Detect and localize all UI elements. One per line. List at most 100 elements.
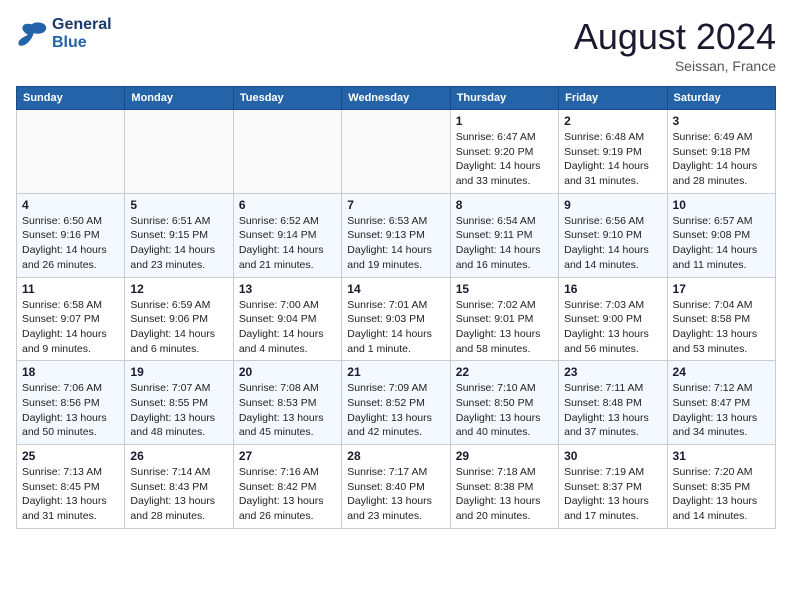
column-header-friday: Friday: [559, 87, 667, 110]
calendar-cell: [233, 110, 341, 194]
calendar-table: SundayMondayTuesdayWednesdayThursdayFrid…: [16, 86, 776, 529]
day-number: 8: [456, 198, 553, 212]
day-info: Sunrise: 6:49 AMSunset: 9:18 PMDaylight:…: [673, 130, 770, 189]
day-number: 10: [673, 198, 770, 212]
day-info: Sunrise: 7:20 AMSunset: 8:35 PMDaylight:…: [673, 465, 770, 524]
calendar-cell: 2 Sunrise: 6:48 AMSunset: 9:19 PMDaylight…: [559, 110, 667, 194]
calendar-cell: 15 Sunrise: 7:02 AMSunset: 9:01 PMDayligh…: [450, 277, 558, 361]
day-number: 1: [456, 114, 553, 128]
day-info: Sunrise: 6:51 AMSunset: 9:15 PMDaylight:…: [130, 214, 227, 273]
month-title: August 2024: [574, 16, 776, 58]
day-number: 25: [22, 449, 119, 463]
calendar-cell: 22 Sunrise: 7:10 AMSunset: 8:50 PMDayligh…: [450, 361, 558, 445]
column-header-monday: Monday: [125, 87, 233, 110]
day-info: Sunrise: 7:00 AMSunset: 9:04 PMDaylight:…: [239, 298, 336, 357]
calendar-cell: 17 Sunrise: 7:04 AMSunset: 8:58 PMDayligh…: [667, 277, 775, 361]
day-info: Sunrise: 6:54 AMSunset: 9:11 PMDaylight:…: [456, 214, 553, 273]
day-number: 17: [673, 282, 770, 296]
calendar-cell: 13 Sunrise: 7:00 AMSunset: 9:04 PMDayligh…: [233, 277, 341, 361]
day-number: 29: [456, 449, 553, 463]
calendar-cell: 12 Sunrise: 6:59 AMSunset: 9:06 PMDayligh…: [125, 277, 233, 361]
day-number: 5: [130, 198, 227, 212]
day-info: Sunrise: 7:01 AMSunset: 9:03 PMDaylight:…: [347, 298, 444, 357]
day-number: 26: [130, 449, 227, 463]
location-subtitle: Seissan, France: [574, 58, 776, 74]
day-info: Sunrise: 7:08 AMSunset: 8:53 PMDaylight:…: [239, 381, 336, 440]
page-header: General Blue August 2024 Seissan, France: [16, 16, 776, 74]
logo-icon: [16, 20, 48, 48]
day-info: Sunrise: 7:10 AMSunset: 8:50 PMDaylight:…: [456, 381, 553, 440]
calendar-cell: 31Sunrise: 7:20 AMSunset: 8:35 PMDayligh…: [667, 445, 775, 529]
day-number: 6: [239, 198, 336, 212]
calendar-cell: 8 Sunrise: 6:54 AMSunset: 9:11 PMDaylight…: [450, 193, 558, 277]
day-info: Sunrise: 6:59 AMSunset: 9:06 PMDaylight:…: [130, 298, 227, 357]
day-number: 15: [456, 282, 553, 296]
day-info: Sunrise: 7:16 AMSunset: 8:42 PMDaylight:…: [239, 465, 336, 524]
calendar-cell: [125, 110, 233, 194]
calendar-cell: 29 Sunrise: 7:18 AMSunset: 8:38 PMDayligh…: [450, 445, 558, 529]
day-info: Sunrise: 6:47 AMSunset: 9:20 PMDaylight:…: [456, 130, 553, 189]
calendar-cell: 19 Sunrise: 7:07 AMSunset: 8:55 PMDayligh…: [125, 361, 233, 445]
calendar-cell: 18 Sunrise: 7:06 AMSunset: 8:56 PMDayligh…: [17, 361, 125, 445]
day-number: 3: [673, 114, 770, 128]
column-header-saturday: Saturday: [667, 87, 775, 110]
calendar-cell: 26 Sunrise: 7:14 AMSunset: 8:43 PMDayligh…: [125, 445, 233, 529]
column-header-thursday: Thursday: [450, 87, 558, 110]
day-number: 2: [564, 114, 661, 128]
calendar-cell: [342, 110, 450, 194]
day-number: 28: [347, 449, 444, 463]
calendar-cell: 20Sunrise: 7:08 AMSunset: 8:53 PMDayligh…: [233, 361, 341, 445]
calendar-cell: 6 Sunrise: 6:52 AMSunset: 9:14 PMDaylight…: [233, 193, 341, 277]
calendar-cell: 27 Sunrise: 7:16 AMSunset: 8:42 PMDayligh…: [233, 445, 341, 529]
day-number: 24: [673, 365, 770, 379]
calendar-cell: 14 Sunrise: 7:01 AMSunset: 9:03 PMDayligh…: [342, 277, 450, 361]
day-number: 7: [347, 198, 444, 212]
day-number: 27: [239, 449, 336, 463]
day-number: 12: [130, 282, 227, 296]
day-number: 9: [564, 198, 661, 212]
day-info: Sunrise: 7:17 AMSunset: 8:40 PMDaylight:…: [347, 465, 444, 524]
calendar-cell: 21Sunrise: 7:09 AMSunset: 8:52 PMDayligh…: [342, 361, 450, 445]
day-number: 19: [130, 365, 227, 379]
day-number: 16: [564, 282, 661, 296]
day-number: 22: [456, 365, 553, 379]
calendar-week-row: 1 Sunrise: 6:47 AMSunset: 9:20 PMDaylight…: [17, 110, 776, 194]
day-info: Sunrise: 7:07 AMSunset: 8:55 PMDaylight:…: [130, 381, 227, 440]
calendar-cell: 3 Sunrise: 6:49 AMSunset: 9:18 PMDaylight…: [667, 110, 775, 194]
calendar-cell: [17, 110, 125, 194]
day-number: 18: [22, 365, 119, 379]
calendar-cell: 4Sunrise: 6:50 AMSunset: 9:16 PMDaylight…: [17, 193, 125, 277]
calendar-week-row: 11Sunrise: 6:58 AMSunset: 9:07 PMDayligh…: [17, 277, 776, 361]
logo: General Blue: [16, 16, 112, 52]
day-number: 11: [22, 282, 119, 296]
calendar-header-row: SundayMondayTuesdayWednesdayThursdayFrid…: [17, 87, 776, 110]
day-number: 23: [564, 365, 661, 379]
day-info: Sunrise: 7:06 AMSunset: 8:56 PMDaylight:…: [22, 381, 119, 440]
day-info: Sunrise: 7:11 AMSunset: 8:48 PMDaylight:…: [564, 381, 661, 440]
day-number: 14: [347, 282, 444, 296]
calendar-cell: 28 Sunrise: 7:17 AMSunset: 8:40 PMDayligh…: [342, 445, 450, 529]
day-info: Sunrise: 7:14 AMSunset: 8:43 PMDaylight:…: [130, 465, 227, 524]
day-info: Sunrise: 7:13 AMSunset: 8:45 PMDaylight:…: [22, 465, 119, 524]
day-info: Sunrise: 7:04 AMSunset: 8:58 PMDaylight:…: [673, 298, 770, 357]
column-header-wednesday: Wednesday: [342, 87, 450, 110]
calendar-cell: 24 Sunrise: 7:12 AMSunset: 8:47 PMDayligh…: [667, 361, 775, 445]
day-info: Sunrise: 6:52 AMSunset: 9:14 PMDaylight:…: [239, 214, 336, 273]
calendar-cell: 25 Sunrise: 7:13 AMSunset: 8:45 PMDayligh…: [17, 445, 125, 529]
calendar-week-row: 4Sunrise: 6:50 AMSunset: 9:16 PMDaylight…: [17, 193, 776, 277]
day-info: Sunrise: 7:18 AMSunset: 8:38 PMDaylight:…: [456, 465, 553, 524]
day-number: 13: [239, 282, 336, 296]
day-info: Sunrise: 6:48 AMSunset: 9:19 PMDaylight:…: [564, 130, 661, 189]
day-info: Sunrise: 7:02 AMSunset: 9:01 PMDaylight:…: [456, 298, 553, 357]
day-info: Sunrise: 6:56 AMSunset: 9:10 PMDaylight:…: [564, 214, 661, 273]
day-info: Sunrise: 7:12 AMSunset: 8:47 PMDaylight:…: [673, 381, 770, 440]
calendar-week-row: 25 Sunrise: 7:13 AMSunset: 8:45 PMDayligh…: [17, 445, 776, 529]
day-info: Sunrise: 7:03 AMSunset: 9:00 PMDaylight:…: [564, 298, 661, 357]
logo-text: General Blue: [52, 16, 112, 52]
column-header-tuesday: Tuesday: [233, 87, 341, 110]
calendar-cell: 11Sunrise: 6:58 AMSunset: 9:07 PMDayligh…: [17, 277, 125, 361]
title-block: August 2024 Seissan, France: [574, 16, 776, 74]
day-info: Sunrise: 6:57 AMSunset: 9:08 PMDaylight:…: [673, 214, 770, 273]
calendar-cell: 23 Sunrise: 7:11 AMSunset: 8:48 PMDayligh…: [559, 361, 667, 445]
calendar-cell: 30Sunrise: 7:19 AMSunset: 8:37 PMDayligh…: [559, 445, 667, 529]
